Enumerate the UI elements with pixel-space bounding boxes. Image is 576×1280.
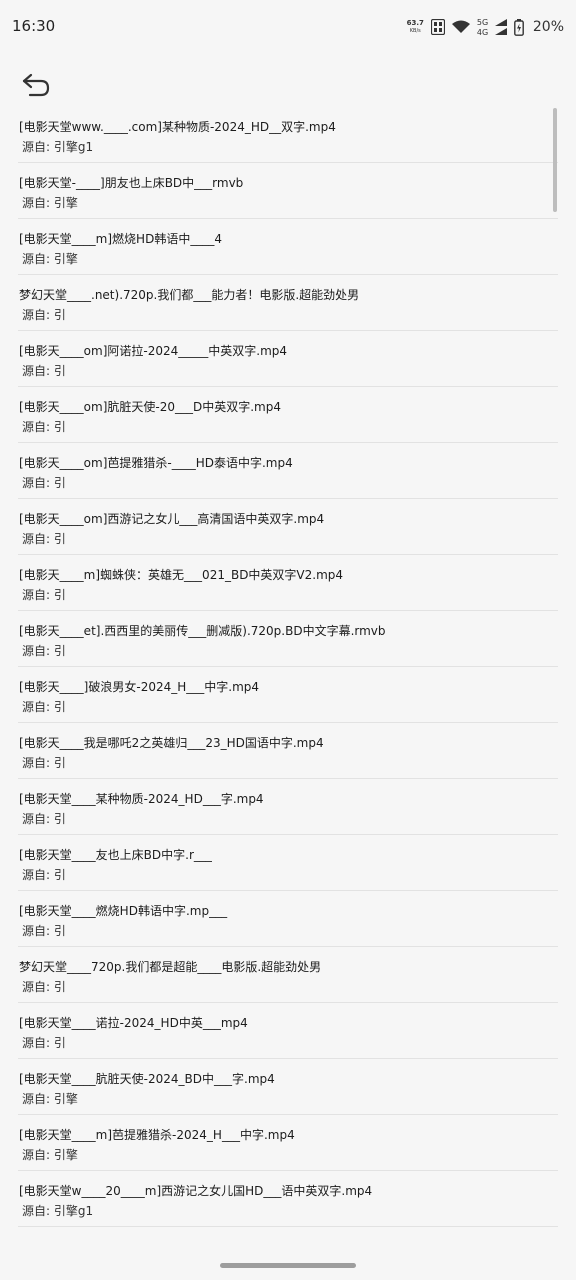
file-title: [电影天____m]蜘蛛侠：英雄无___021_BD中英双字V2.mp4 [19,568,344,582]
signal-bars-icon [494,19,507,35]
file-list-item[interactable]: [电影天堂____肮脏天使-2024_BD中___字.mp4 源自: 引擎 [18,1059,558,1115]
status-time: 16:30 [12,17,56,35]
file-list-item[interactable]: [电影天____om]芭提雅猎杀-____HD泰语中字.mp4 源自: 引 [18,443,558,499]
file-list-item[interactable]: [电影天____et].西西里的美丽传___删减版).720p.BD中文字幕.r… [18,611,558,667]
file-source: 源自: 引擎 [22,196,78,210]
status-icons: 63.7 KB/s 5G 4G 20% [407,14,564,40]
file-source: 源自: 引 [22,644,66,658]
signal-label-5g: 5G [476,18,489,27]
file-list-item[interactable]: 梦幻天堂____.net).720p.我们都___能力者！电影版.超能劲处男 源… [18,275,558,331]
file-list-item[interactable]: [电影天堂www.____.com]某种物质-2024_HD__双字.mp4 源… [18,107,558,163]
file-source: 源自: 引 [22,1036,66,1050]
file-list-item[interactable]: [电影天堂____m]芭提雅猎杀-2024_H___中字.mp4 源自: 引擎 [18,1115,558,1171]
wifi-icon [451,20,470,33]
file-source: 源自: 引擎g1 [22,140,94,154]
file-source: 源自: 引擎g1 [22,1204,94,1218]
file-title: [电影天堂____m]芭提雅猎杀-2024_H___中字.mp4 [19,1128,295,1142]
file-list-item[interactable]: [电影天____m]蜘蛛侠：英雄无___021_BD中英双字V2.mp4 源自:… [18,555,558,611]
file-list: [电影天堂www.____.com]某种物质-2024_HD__双字.mp4 源… [18,107,558,1227]
status-bar: 16:30 63.7 KB/s 5G 4G 20% [0,0,576,54]
file-title: [电影天堂w____20____m]西游记之女儿国HD___语中英双字.mp4 [19,1184,373,1198]
file-title: [电影天堂____诺拉-2024_HD中英___mp4 [19,1016,248,1030]
file-list-item[interactable]: [电影天堂____m]燃烧HD韩语中____4 源自: 引擎 [18,219,558,275]
file-source: 源自: 引 [22,756,66,770]
file-source: 源自: 引 [22,532,66,546]
file-source: 源自: 引擎 [22,1148,78,1162]
signal-label-4g: 4G [476,28,489,37]
file-list-item[interactable]: [电影天堂____友也上床BD中字.r___ 源自: 引 [18,835,558,891]
file-source: 源自: 引 [22,700,66,714]
file-list-item[interactable]: [电影天堂____某种物质-2024_HD___字.mp4 源自: 引 [18,779,558,835]
file-list-item[interactable]: [电影天____om]阿诺拉-2024_____中英双字.mp4 源自: 引 [18,331,558,387]
file-list-item[interactable]: 梦幻天堂____720p.我们都是超能____电影版.超能劲处男 源自: 引 [18,947,558,1003]
network-speed-unit: KB/s [409,28,421,34]
file-list-item[interactable]: [电影天堂w____20____m]西游记之女儿国HD___语中英双字.mp4 … [18,1171,558,1227]
file-source: 源自: 引 [22,364,66,378]
file-title: [电影天堂____肮脏天使-2024_BD中___字.mp4 [19,1072,275,1086]
file-source: 源自: 引 [22,476,66,490]
network-speed: 63.7 KB/s [407,19,424,35]
back-button[interactable] [20,70,54,100]
battery-percent: 20% [532,19,564,35]
file-title: [电影天____om]西游记之女儿___高清国语中英双字.mp4 [19,512,325,526]
file-title: [电影天堂____燃烧HD韩语中字.mp___ [19,904,228,918]
network-speed-value: 63.7 [406,19,424,27]
file-title: [电影天____et].西西里的美丽传___删减版).720p.BD中文字幕.r… [19,624,386,638]
file-title: 梦幻天堂____.net).720p.我们都___能力者！电影版.超能劲处男 [19,288,360,302]
home-indicator[interactable] [220,1263,356,1268]
file-list-item[interactable]: [电影天堂-____]朋友也上床BD中___rmvb 源自: 引擎 [18,163,558,219]
file-source: 源自: 引 [22,588,66,602]
file-source: 源自: 引擎 [22,1092,78,1106]
file-list-item[interactable]: [电影天____om]肮脏天使-20___D中英双字.mp4 源自: 引 [18,387,558,443]
file-title: [电影天____om]肮脏天使-20___D中英双字.mp4 [19,400,281,414]
file-list-item[interactable]: [电影天____om]西游记之女儿___高清国语中英双字.mp4 源自: 引 [18,499,558,555]
file-list-item[interactable]: [电影天____]破浪男女-2024_H___中字.mp4 源自: 引 [18,667,558,723]
file-title: [电影天堂____友也上床BD中字.r___ [19,848,212,862]
file-title: [电影天堂-____]朋友也上床BD中___rmvb [19,176,244,190]
file-source: 源自: 引擎 [22,252,78,266]
back-arrow-icon [22,73,50,97]
file-source: 源自: 引 [22,308,66,322]
file-list-item[interactable]: [电影天____我是哪吒2之英雄归___23_HD国语中字.mp4 源自: 引 [18,723,558,779]
file-source: 源自: 引 [22,420,66,434]
file-source: 源自: 引 [22,868,66,882]
file-list-item[interactable]: [电影天堂____燃烧HD韩语中字.mp___ 源自: 引 [18,891,558,947]
file-title: [电影天堂www.____.com]某种物质-2024_HD__双字.mp4 [19,120,336,134]
file-source: 源自: 引 [22,812,66,826]
file-title: [电影天堂____某种物质-2024_HD___字.mp4 [19,792,264,806]
file-source: 源自: 引 [22,924,66,938]
scrollbar[interactable] [553,108,557,212]
battery-icon [513,18,524,36]
file-title: [电影天____]破浪男女-2024_H___中字.mp4 [19,680,260,694]
cellular-signal: 5G 4G [477,17,507,37]
hd-icon [430,19,445,35]
file-list-item[interactable]: [电影天堂____诺拉-2024_HD中英___mp4 源自: 引 [18,1003,558,1059]
file-title: [电影天____om]阿诺拉-2024_____中英双字.mp4 [19,344,288,358]
file-title: [电影天____我是哪吒2之英雄归___23_HD国语中字.mp4 [19,736,324,750]
file-title: [电影天____om]芭提雅猎杀-____HD泰语中字.mp4 [19,456,293,470]
file-title: [电影天堂____m]燃烧HD韩语中____4 [19,232,222,246]
file-source: 源自: 引 [22,980,66,994]
file-title: 梦幻天堂____720p.我们都是超能____电影版.超能劲处男 [19,960,322,974]
